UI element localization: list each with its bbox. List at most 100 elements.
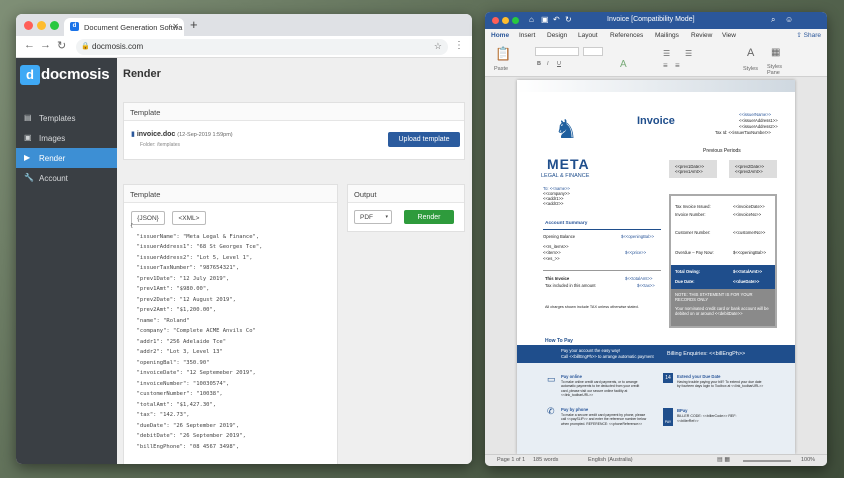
format-value: PDF bbox=[360, 214, 373, 221]
tax-value: $<<tax>> bbox=[637, 283, 655, 288]
json-data-editor[interactable]: { "issuerName": "Meta Legal & Finance", … bbox=[130, 223, 340, 454]
align-left-icon[interactable]: ≡ bbox=[663, 61, 668, 70]
redo-icon[interactable]: ↻ bbox=[565, 15, 572, 24]
undo-icon[interactable]: ↶ bbox=[553, 15, 560, 24]
json-line: "addr1": "256 Adelaide Tce" bbox=[130, 338, 227, 345]
zoom-window-button[interactable] bbox=[50, 21, 59, 30]
tab-view[interactable]: View bbox=[722, 32, 736, 39]
bold-button[interactable]: B bbox=[537, 61, 541, 67]
italic-button[interactable]: I bbox=[547, 61, 549, 67]
to-addr2: <<addr2>> bbox=[543, 201, 564, 206]
pay-easy-sub: Call <<billEngPh>> to arrange automatic … bbox=[561, 354, 654, 359]
json-line: "prev2Amt": "$1,200.00", bbox=[130, 307, 217, 313]
zoom-slider[interactable] bbox=[743, 460, 791, 462]
computer-icon: ▭ bbox=[547, 374, 556, 384]
sidebar-item-render[interactable]: ▶ Render bbox=[16, 148, 117, 168]
tab-references[interactable]: References bbox=[610, 32, 643, 39]
tab-home[interactable]: Home bbox=[491, 32, 509, 39]
search-icon[interactable]: ⌕ bbox=[771, 15, 775, 25]
bpay-text: BILLER CODE: <<billerCode>> REF: <<bille… bbox=[677, 414, 737, 423]
note-box: NOTE: THIS STATEMENT IS FOR YOUR RECORDS… bbox=[671, 289, 775, 326]
prev2-box: <<prev2Date>> <<prev2Amt>> bbox=[729, 160, 777, 178]
address-bar[interactable]: 🔒 docmosis.com ☆ bbox=[76, 39, 448, 55]
main-content: Render Template ▮ invoice.doc (12-Sep-20… bbox=[117, 58, 472, 464]
items-end: <<es_>> bbox=[543, 256, 560, 261]
upload-template-button[interactable]: Upload template bbox=[388, 132, 460, 147]
emoji-icon[interactable]: ☺ bbox=[785, 15, 793, 24]
template-file[interactable]: ▮ invoice.doc (12-Sep-2019 1:59pm) bbox=[131, 130, 233, 138]
json-line: "debitDate": "26 September 2019", bbox=[130, 433, 246, 439]
customer-number-label: Customer Number: bbox=[675, 230, 711, 235]
tab-layout[interactable]: Layout bbox=[578, 32, 598, 39]
font-size-select[interactable] bbox=[583, 47, 603, 56]
zoom-window-button[interactable] bbox=[512, 17, 519, 24]
home-icon[interactable]: ⌂ bbox=[529, 15, 534, 24]
ribbon-tabs: Home Insert Design Layout References Mai… bbox=[485, 29, 827, 43]
browser-tab[interactable]: d Document Generation Softwa ✕ bbox=[64, 18, 184, 36]
language[interactable]: English (Australia) bbox=[588, 457, 633, 463]
reload-icon[interactable]: ↻ bbox=[57, 39, 66, 52]
pay-online-heading: Pay online bbox=[561, 374, 582, 379]
close-window-button[interactable] bbox=[492, 17, 499, 24]
page-title: Render bbox=[123, 68, 161, 80]
new-tab-icon[interactable]: + bbox=[190, 17, 198, 32]
minimize-window-button[interactable] bbox=[37, 21, 46, 30]
chevron-down-icon: ▾ bbox=[385, 214, 388, 220]
json-line: "issuerAddress2": "Lot 5, Level 1", bbox=[130, 254, 253, 261]
back-icon[interactable]: ← bbox=[24, 39, 35, 51]
pay-easy-text: Pay your account the easy way! bbox=[561, 348, 621, 353]
data-card: Template {JSON} <XML> { "issuerName": "M… bbox=[123, 184, 338, 464]
browser-window: d Document Generation Softwa ✕ + ← → ↻ 🔒… bbox=[16, 14, 472, 464]
share-button[interactable]: ⇪ Share bbox=[796, 31, 821, 39]
paste-icon[interactable]: 📋 bbox=[495, 46, 511, 62]
play-icon: ▶ bbox=[24, 153, 31, 162]
underline-button[interactable]: U bbox=[557, 61, 561, 67]
previous-periods: Previous Periods bbox=[703, 148, 741, 154]
browser-menu-icon[interactable]: ⋮ bbox=[454, 40, 464, 51]
invoice-heading: Invoice bbox=[637, 115, 675, 127]
lion-crest-icon: ♞ bbox=[554, 114, 578, 144]
font-name-select[interactable] bbox=[535, 47, 579, 56]
sidebar-item-account[interactable]: 🔧 Account bbox=[16, 168, 117, 188]
format-select[interactable]: PDF ▾ bbox=[354, 210, 392, 224]
font-color-icon[interactable]: A bbox=[620, 59, 627, 70]
save-icon[interactable]: ▣ bbox=[541, 15, 549, 24]
forward-icon[interactable]: → bbox=[40, 39, 51, 51]
sidebar-item-images[interactable]: ▣ Images bbox=[16, 128, 117, 148]
render-button[interactable]: Render bbox=[404, 210, 454, 224]
pay-by-phone-heading: Pay by phone bbox=[561, 407, 589, 412]
invoice-date: <<invoiceDate>> bbox=[733, 204, 765, 209]
tab-insert[interactable]: Insert bbox=[519, 32, 535, 39]
overdue-value: $<<openingBal>> bbox=[733, 250, 767, 255]
json-line: "addr2": "Lot 3, Level 13" bbox=[130, 349, 223, 355]
tab-design[interactable]: Design bbox=[547, 32, 567, 39]
document-page[interactable]: ♞ META LEGAL & FINANCE Invoice <<issuerN… bbox=[517, 80, 795, 454]
opening-balance-value: $<<openingBal>> bbox=[621, 234, 655, 239]
view-mode-icons[interactable]: ▤ ▦ bbox=[717, 456, 730, 463]
tab-mailings[interactable]: Mailings bbox=[655, 32, 679, 39]
divider bbox=[543, 229, 661, 230]
styles-pane-icon[interactable]: ▦ bbox=[771, 47, 780, 58]
doc-file-icon: ▮ bbox=[131, 131, 135, 138]
how-to-pay-heading: How To Pay bbox=[545, 338, 573, 344]
phone-icon: ✆ bbox=[547, 406, 555, 416]
sidebar-item-templates[interactable]: ▤ Templates bbox=[16, 108, 117, 128]
bookmark-star-icon[interactable]: ☆ bbox=[434, 41, 442, 52]
logo-text: docmosis bbox=[41, 66, 110, 83]
bullets-icon[interactable]: ☰ bbox=[663, 49, 670, 58]
customer-number: <<customerNo>> bbox=[733, 230, 766, 235]
close-tab-icon[interactable]: ✕ bbox=[172, 22, 179, 31]
close-window-button[interactable] bbox=[24, 21, 33, 30]
json-line: "issuerAddress1": "68 St Georges Tce", bbox=[130, 244, 263, 250]
json-line: "invoiceNumber": "10030574", bbox=[130, 380, 230, 387]
numbering-icon[interactable]: ☰ bbox=[685, 49, 692, 58]
align-center-icon[interactable]: ≡ bbox=[675, 61, 680, 70]
docmosis-logo[interactable]: d docmosis bbox=[20, 64, 115, 88]
header-band bbox=[517, 80, 795, 92]
tab-review[interactable]: Review bbox=[691, 32, 712, 39]
calendar-icon: 14 bbox=[663, 373, 673, 383]
minimize-window-button[interactable] bbox=[502, 17, 509, 24]
styles-icon[interactable]: A bbox=[747, 47, 754, 59]
json-line: "openingBal": "350.90" bbox=[130, 359, 210, 366]
wrench-icon: 🔧 bbox=[24, 173, 34, 182]
